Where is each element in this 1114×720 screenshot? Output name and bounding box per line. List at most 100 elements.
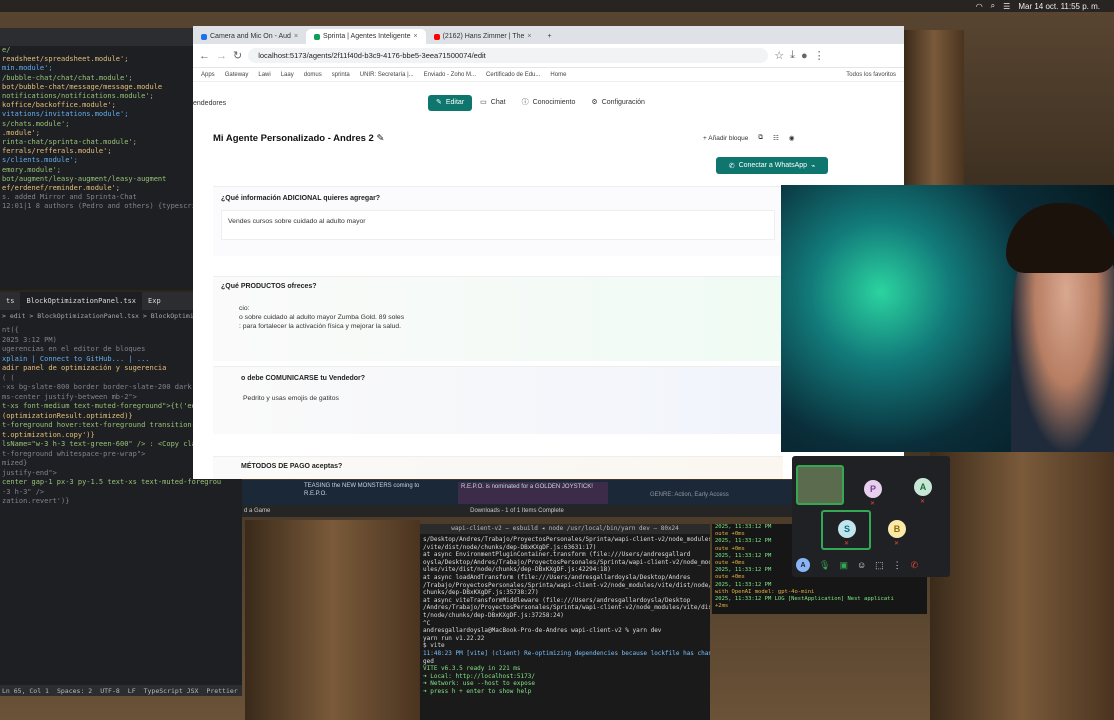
copy-icon[interactable]: ⧉: [758, 134, 763, 142]
terminal-window[interactable]: wapi-client-v2 — esbuild ◂ node /usr/loc…: [420, 524, 710, 720]
emoji-icon[interactable]: ☺: [857, 560, 866, 570]
block-products[interactable]: ¿Qué PRODUCTOS ofreces? cio: o sobre cui…: [213, 276, 783, 361]
bookmark-item[interactable]: Lawi: [258, 72, 270, 78]
browser-tab[interactable]: Sprinta | Agentes Inteligente ×: [306, 29, 426, 44]
terminal-line: ules/vite/dist/node/chunks/dep-DBxKXgDF.…: [423, 566, 611, 574]
terminal-line: ➜ Network: use --host to expose: [423, 680, 535, 688]
new-tab-icon[interactable]: +: [539, 29, 559, 44]
url-bar[interactable]: localhost:5173/agents/2f11f40d-b3c9-4176…: [248, 48, 769, 63]
eye-icon[interactable]: ◉: [789, 134, 795, 142]
participant-avatar[interactable]: A: [914, 478, 932, 496]
muted-mic-icon: ✕: [894, 541, 900, 547]
tab-chat[interactable]: ▭ Chat: [472, 95, 513, 111]
whatsapp-button[interactable]: ✆ Conectar a WhatsApp ⌁: [716, 157, 828, 174]
close-icon[interactable]: ×: [413, 29, 417, 44]
code-editor-top[interactable]: e/readsheet/spreadsheet.module'; min.modu…: [0, 28, 193, 290]
block-communication[interactable]: o debe COMUNICARSE tu Vendedor? Pedrito …: [213, 366, 783, 434]
add-block-button[interactable]: + Añadir bloque: [703, 135, 748, 142]
edit-icon: ✎: [436, 99, 442, 106]
menubar-clock[interactable]: Mar 14 oct. 11:55 p. m.: [1018, 2, 1100, 11]
server-log-line: with OpenAI model: gpt-4o-mini: [715, 588, 815, 595]
participant-avatar[interactable]: B: [888, 520, 906, 538]
menu-bar: ◠ ⌕ ☰ Mar 14 oct. 11:55 p. m.: [0, 0, 1114, 12]
editor-top-code[interactable]: e/readsheet/spreadsheet.module'; min.modu…: [0, 46, 193, 212]
menu-icon[interactable]: ⋮: [814, 49, 825, 62]
terminal-line: at async EnvironmentPluginContainer.tran…: [423, 551, 691, 559]
block-answer: Pedrito y usas emojis de gatitos: [243, 395, 339, 402]
control-center-icon[interactable]: ☰: [1003, 2, 1010, 11]
profile-icon[interactable]: ●: [801, 50, 808, 62]
forward-icon[interactable]: →: [216, 50, 227, 62]
block-answer: : para fortalecer la activación física y…: [239, 323, 402, 330]
status-item[interactable]: TypeScript JSX: [144, 687, 199, 695]
tab-configuracion[interactable]: ⚙ Configuración: [583, 95, 652, 111]
status-item[interactable]: UTF-8: [100, 687, 120, 695]
bookmark-item[interactable]: Laay: [281, 72, 294, 78]
status-item[interactable]: LF: [128, 687, 136, 695]
terminal-line: ^C: [423, 619, 431, 627]
editor-tab[interactable]: ts: [0, 292, 20, 310]
editor-tab-active[interactable]: BlockOptimizationPanel.tsx: [20, 292, 143, 310]
bookmark-item[interactable]: Home: [550, 72, 566, 78]
code-line: emory.module';: [2, 165, 62, 174]
present-icon[interactable]: ⬚: [875, 560, 884, 571]
whatsapp-button-label: Conectar a WhatsApp: [738, 162, 808, 169]
more-options-icon[interactable]: ⋮: [893, 560, 902, 571]
bookmark-item[interactable]: UNIR: Secretaría |...: [360, 72, 414, 78]
add-game-link[interactable]: d a Game: [244, 505, 270, 517]
add-block-label: Añadir bloque: [708, 134, 749, 142]
code-line: e/: [2, 46, 11, 54]
bookmark-item[interactable]: Certificado de Edu...: [486, 72, 540, 78]
list-icon[interactable]: ☷: [773, 134, 779, 142]
self-video-tile[interactable]: [796, 465, 844, 505]
app-nav: endedores ✎ Editar ▭ Chat ⓘ Conocimiento ⚙ C…: [193, 88, 904, 118]
leave-call-icon[interactable]: ✆: [911, 560, 919, 571]
camera-icon[interactable]: ▣: [839, 560, 848, 571]
bookmark-item[interactable]: sprinta: [332, 72, 350, 78]
status-item[interactable]: Spaces: 2: [57, 687, 92, 695]
bookmark-item[interactable]: domus: [304, 72, 322, 78]
tree-trunk: [904, 30, 964, 190]
block-payment[interactable]: MÉTODOS DE PAGO aceptas?: [213, 456, 783, 479]
code-line: s/chats.module';: [2, 119, 70, 128]
back-icon[interactable]: ←: [199, 50, 210, 62]
mic-icon[interactable]: 🎙: [819, 560, 830, 571]
terminal-line: 11:48:23 PM [vite] (client) Re-optimizin…: [423, 649, 710, 657]
downloads-status: Downloads - 1 of 1 Items Complete: [470, 508, 564, 514]
close-icon[interactable]: ×: [527, 29, 531, 44]
code-line: rinta-chat/sprinta-chat.module';: [2, 138, 137, 147]
browser-tab[interactable]: (2162) Hans Zimmer | The ×: [426, 29, 540, 44]
block-answer: o sobre cuidado al adulto mayor Zumba Go…: [239, 314, 405, 321]
tab-editar[interactable]: ✎ Editar: [428, 95, 473, 111]
block-answer-box[interactable]: Vendes cursos sobre cuidado al adulto ma…: [221, 210, 775, 240]
code-line: readsheet/spreadsheet.module';: [2, 55, 129, 64]
participant-avatar[interactable]: P: [864, 480, 882, 498]
editor-tab[interactable]: Exp: [142, 292, 167, 310]
plug-icon: ⌁: [811, 162, 816, 170]
search-icon[interactable]: ⌕: [991, 1, 995, 11]
terminal-line: /vite/dist/node/chunks/dep-DBxKXgDF.js:6…: [423, 543, 597, 551]
close-icon[interactable]: ×: [294, 29, 298, 44]
reload-icon[interactable]: ↻: [233, 49, 242, 62]
bookmark-item[interactable]: Todos los favoritos: [846, 72, 904, 78]
bookmark-item[interactable]: Enviado - Zoho M...: [424, 72, 476, 78]
status-item[interactable]: Prettier: [206, 687, 237, 695]
active-speaker-frame: [821, 510, 871, 550]
steam-news-right[interactable]: R.E.P.O. is nominated for a GOLDEN JOYST…: [458, 482, 608, 504]
terminal-output[interactable]: s/Desktop/Andres/Trabajo/ProyectosPerson…: [420, 536, 710, 720]
downloads-bar[interactable]: d a Game Downloads - 1 of 1 Items Comple…: [242, 505, 792, 517]
star-icon[interactable]: ☆: [774, 49, 784, 62]
tab-conocimiento[interactable]: ⓘ Conocimiento: [514, 95, 584, 111]
code-line: .module';: [2, 128, 40, 137]
tab-favicon-icon: [433, 33, 440, 40]
status-item[interactable]: Ln 65, Col 1: [2, 687, 49, 695]
block-info[interactable]: ¿Qué información ADICIONAL quieres agreg…: [213, 186, 783, 256]
pencil-icon[interactable]: ✎: [376, 133, 384, 144]
bookmark-item[interactable]: Apps: [201, 72, 215, 78]
browser-tab[interactable]: Camera and Mic On - Aud ×: [193, 29, 306, 44]
wifi-icon[interactable]: ◠: [976, 2, 983, 11]
bookmark-item[interactable]: Gateway: [225, 72, 249, 78]
bookmarks-bar: Apps Gateway Lawi Laay domus sprinta UNIR: Sec…: [193, 68, 904, 82]
download-icon[interactable]: ⤓: [790, 49, 795, 62]
steam-news-left[interactable]: TEASING the NEW MONSTERS coming to R.E.P…: [304, 482, 424, 498]
